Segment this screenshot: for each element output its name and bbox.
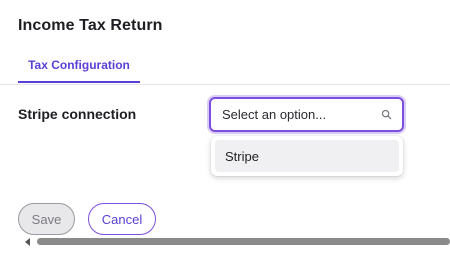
dropdown-option-stripe[interactable]: Stripe bbox=[215, 140, 399, 172]
page-title: Income Tax Return bbox=[18, 17, 163, 34]
stripe-connection-placeholder: Select an option... bbox=[222, 107, 327, 122]
horizontal-scrollbar[interactable] bbox=[22, 237, 450, 247]
cancel-button[interactable]: Cancel bbox=[88, 203, 156, 235]
save-button[interactable]: Save bbox=[18, 203, 75, 235]
dropdown-option-label: Stripe bbox=[225, 149, 259, 164]
tab-tax-configuration[interactable]: Tax Configuration bbox=[18, 48, 140, 83]
stripe-connection-label: Stripe connection bbox=[18, 106, 137, 122]
scroll-left-arrow-icon[interactable] bbox=[25, 238, 30, 246]
stripe-connection-select[interactable]: Select an option... bbox=[209, 97, 404, 132]
tab-bar: Tax Configuration bbox=[0, 48, 450, 85]
search-icon bbox=[381, 109, 392, 120]
stripe-connection-dropdown: Stripe bbox=[211, 136, 403, 176]
scrollbar-thumb[interactable] bbox=[37, 238, 450, 245]
